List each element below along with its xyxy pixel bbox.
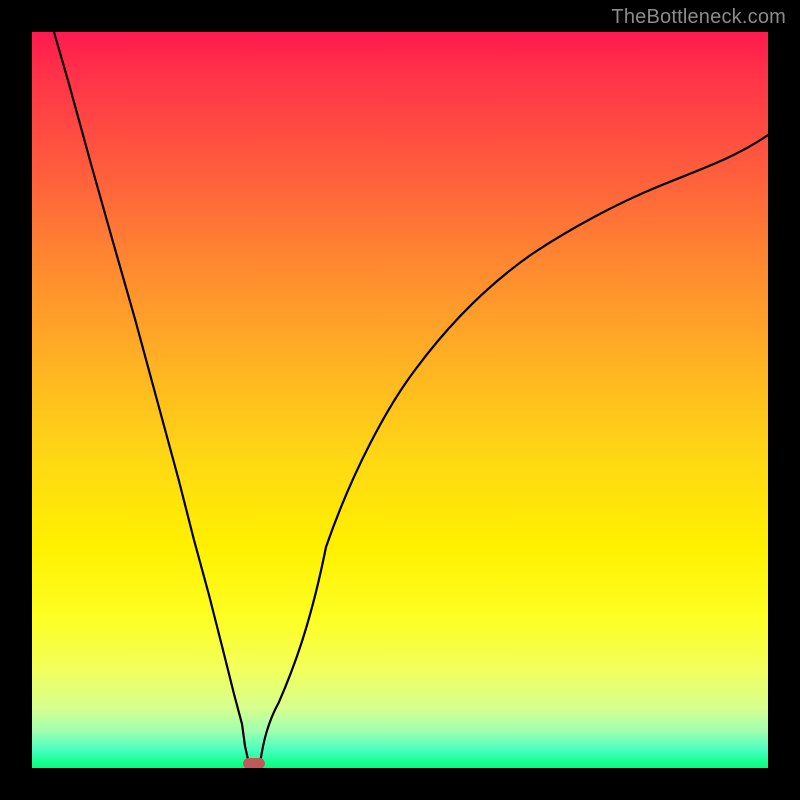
curve-layer xyxy=(32,32,768,768)
watermark-text: TheBottleneck.com xyxy=(611,6,786,29)
curve-left-branch xyxy=(54,32,249,764)
min-marker xyxy=(243,758,265,768)
curve-right-branch xyxy=(260,135,768,764)
plot-area xyxy=(32,32,768,768)
chart-frame: TheBottleneck.com xyxy=(0,0,800,800)
